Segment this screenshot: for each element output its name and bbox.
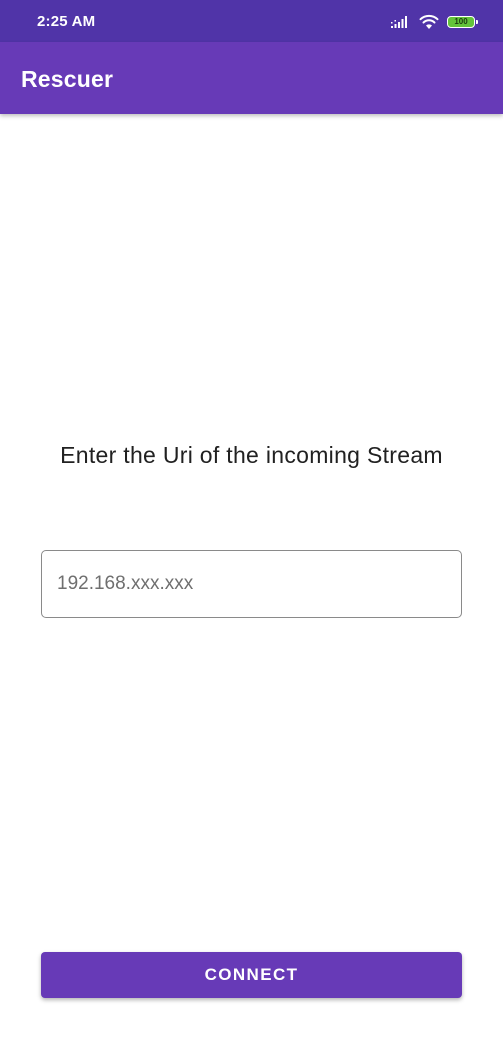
app-bar: Rescuer [0, 42, 503, 114]
signal-icon [391, 16, 407, 28]
status-bar: 2:25 AM 100 [0, 0, 503, 42]
app-screen: 2:25 AM 100 Rescuer Enter the Uri of the… [0, 0, 503, 1047]
status-icons: 100 [391, 13, 478, 31]
connect-button[interactable]: CONNECT [41, 952, 462, 998]
uri-input[interactable] [41, 550, 462, 618]
app-title: Rescuer [21, 66, 114, 92]
status-time: 2:25 AM [37, 13, 96, 30]
wifi-icon [419, 14, 439, 29]
battery-icon: 100 [447, 16, 478, 28]
uri-prompt: Enter the Uri of the incoming Stream [60, 442, 443, 468]
battery-level: 100 [454, 17, 468, 26]
